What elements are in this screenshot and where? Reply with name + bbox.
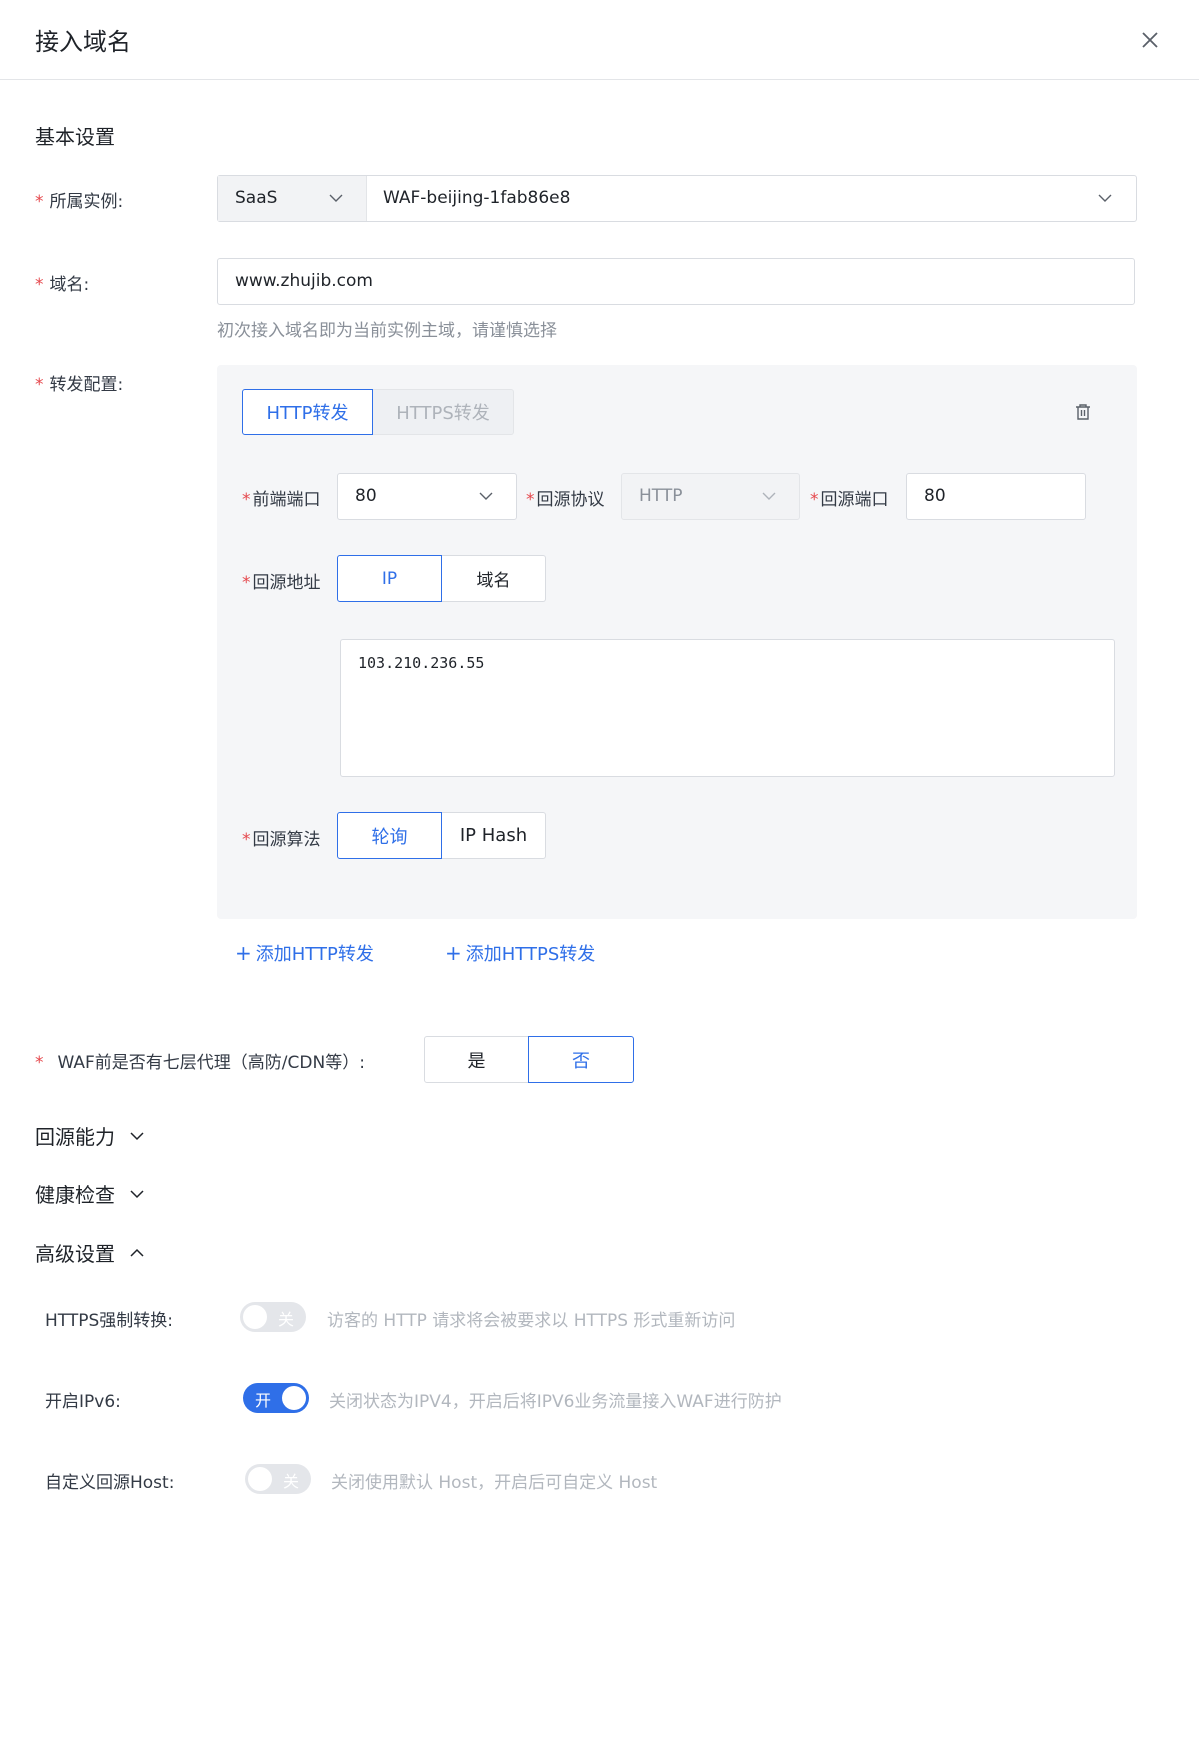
section-health-check[interactable]: 健康检查	[35, 1179, 145, 1208]
origin-protocol-value: HTTP	[639, 486, 683, 506]
toggle-knob	[248, 1467, 272, 1491]
instance-name-select[interactable]: WAF-beijing-1fab86e8	[367, 176, 1136, 221]
custom-host-toggle[interactable]: 关	[245, 1464, 311, 1494]
drawer-header: 接入域名	[0, 0, 1199, 80]
tab-https-forward[interactable]: HTTPS转发	[373, 389, 514, 435]
origin-port-value: 80	[924, 486, 946, 506]
ipv6-state: 开	[255, 1391, 272, 1410]
https-force-hint: 访客的 HTTP 请求将会被要求以 HTTPS 形式重新访问	[327, 1311, 736, 1331]
plus-icon: +	[445, 941, 462, 965]
add-https-forward-link[interactable]: + 添加HTTPS转发	[445, 940, 595, 966]
chevron-down-icon	[1098, 194, 1112, 202]
forward-config-label: * 转发配置:	[35, 375, 124, 395]
origin-ip-value: 103.210.236.55	[358, 654, 485, 672]
origin-port-label: * 回源端口	[810, 490, 889, 510]
section-origin-ability[interactable]: 回源能力	[35, 1121, 145, 1150]
origin-type-domain[interactable]: 域名	[442, 555, 546, 602]
section-title-basic: 基本设置	[35, 125, 115, 149]
custom-host-state: 关	[283, 1472, 300, 1491]
https-force-state: 关	[278, 1310, 295, 1329]
origin-ip-textarea[interactable]: 103.210.236.55	[340, 639, 1115, 777]
origin-address-label: * 回源地址	[242, 573, 321, 593]
instance-name-value: WAF-beijing-1fab86e8	[383, 188, 571, 208]
trash-icon[interactable]	[1073, 402, 1093, 422]
custom-host-hint: 关闭使用默认 Host，开启后可自定义 Host	[331, 1473, 658, 1493]
section-advanced[interactable]: 高级设置	[35, 1238, 145, 1267]
proxy-question-label: * WAF前是否有七层代理（高防/CDN等）:	[35, 1053, 365, 1073]
origin-protocol-label: * 回源协议	[526, 490, 605, 510]
frontend-port-select[interactable]: 80	[337, 473, 517, 520]
chevron-down-icon	[130, 1131, 144, 1140]
https-force-toggle[interactable]: 关	[240, 1302, 306, 1332]
chevron-down-icon	[762, 492, 776, 500]
https-force-label: HTTPS强制转换:	[45, 1311, 174, 1331]
instance-type-select[interactable]: SaaS	[218, 176, 367, 221]
instance-select: SaaS WAF-beijing-1fab86e8	[217, 175, 1137, 222]
origin-algorithm-label: * 回源算法	[242, 830, 321, 850]
forward-config-panel: HTTP转发 HTTPS转发 * 前端端口 80 * 回源协议 HTTP * 回源端口…	[217, 365, 1137, 919]
instance-type-value: SaaS	[235, 188, 278, 208]
ipv6-label: 开启IPv6:	[45, 1392, 121, 1412]
tab-http-forward[interactable]: HTTP转发	[242, 389, 373, 435]
chevron-down-icon	[479, 492, 493, 500]
origin-port-input[interactable]: 80	[906, 473, 1086, 520]
chevron-down-icon	[329, 194, 343, 202]
domain-input-value: www.zhujib.com	[235, 271, 373, 291]
add-http-forward-link[interactable]: + 添加HTTP转发	[235, 940, 374, 966]
chevron-up-icon	[130, 1248, 144, 1257]
ipv6-hint: 关闭状态为IPV4，开启后将IPV6业务流量接入WAF进行防护	[329, 1392, 782, 1412]
ipv6-toggle[interactable]: 开	[243, 1383, 309, 1413]
domain-hint: 初次接入域名即为当前实例主域，请谨慎选择	[217, 321, 557, 341]
plus-icon: +	[235, 941, 252, 965]
proxy-yes-button[interactable]: 是	[424, 1036, 529, 1083]
algorithm-ip-hash[interactable]: IP Hash	[442, 812, 546, 859]
toggle-knob	[282, 1386, 306, 1410]
algorithm-round-robin[interactable]: 轮询	[337, 812, 442, 859]
close-icon[interactable]	[1138, 28, 1162, 52]
origin-protocol-select[interactable]: HTTP	[621, 473, 800, 520]
proxy-no-button[interactable]: 否	[528, 1036, 634, 1083]
drawer-title: 接入域名	[35, 28, 131, 56]
instance-label: * 所属实例:	[35, 192, 124, 212]
domain-input[interactable]: www.zhujib.com	[217, 258, 1135, 305]
chevron-down-icon	[130, 1189, 144, 1198]
custom-host-label: 自定义回源Host:	[45, 1473, 175, 1493]
frontend-port-label: * 前端端口	[242, 490, 321, 510]
domain-label: * 域名:	[35, 275, 90, 295]
origin-type-ip[interactable]: IP	[337, 555, 442, 602]
toggle-knob	[243, 1305, 267, 1329]
frontend-port-value: 80	[355, 486, 377, 506]
